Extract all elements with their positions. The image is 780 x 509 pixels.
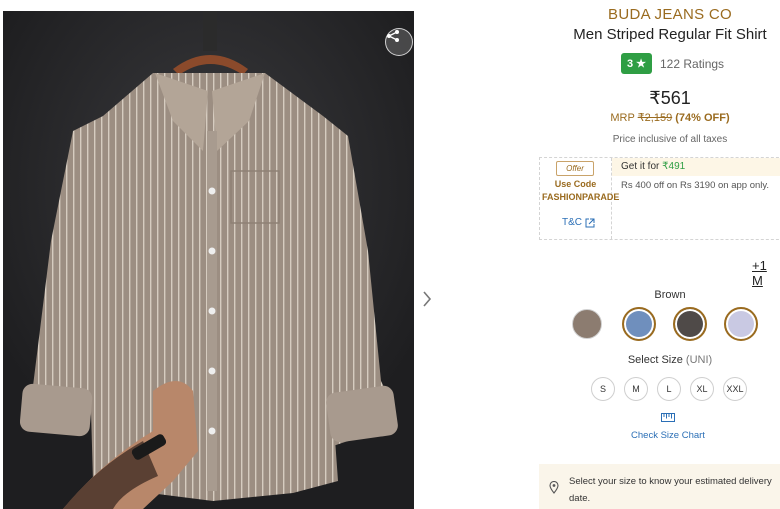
offer-price: ₹491 [662, 161, 686, 172]
tax-note: Price inclusive of all taxes [612, 134, 728, 145]
offer-description: Rs 400 off on Rs 3190 on app only. [621, 180, 770, 191]
size-unit: (UNI) [685, 354, 713, 366]
color-swatch-lavender[interactable] [724, 307, 758, 341]
more-colors-link[interactable]: +1 M [752, 258, 780, 288]
next-image-button[interactable] [419, 288, 435, 310]
offer-code-panel: Offer Use Code FASHIONPARADE T&C [540, 158, 620, 239]
rating-badge: 3 ★ [621, 53, 652, 74]
size-option-l[interactable]: L [657, 377, 681, 401]
size-chart-link[interactable]: Check Size Chart [631, 413, 705, 443]
size-option-s[interactable]: S [591, 377, 615, 401]
rating-row[interactable]: 3 ★ 122 Ratings [621, 53, 724, 74]
size-label-text: Select Size [627, 354, 683, 366]
selected-color-label: Brown [654, 289, 686, 301]
ruler-icon [661, 413, 675, 422]
delivery-info: Select your size to know your estimated … [539, 464, 780, 509]
size-option-m[interactable]: M [624, 377, 648, 401]
product-image[interactable] [3, 11, 414, 509]
share-button[interactable] [385, 28, 413, 56]
size-option-xl[interactable]: XL [690, 377, 714, 401]
offer-price-banner: Get it for ₹491 [612, 158, 780, 176]
size-label: Select Size (UNI) [540, 354, 780, 366]
color-swatch-charcoal[interactable] [673, 307, 707, 341]
offer-card: Offer Use Code FASHIONPARADE T&C Get it … [539, 157, 780, 240]
rating-count: 122 Ratings [660, 56, 725, 71]
rating-value: 3 [627, 57, 634, 70]
discount-percent: (74% OFF) [675, 112, 730, 124]
selling-price: ₹561 [649, 88, 691, 108]
offer-tag: Offer [556, 161, 594, 176]
product-title: Men Striped Regular Fit Shirt [573, 26, 767, 43]
terms-link[interactable]: T&C [562, 217, 595, 228]
brand-name[interactable]: BUDA JEANS CO [540, 6, 780, 23]
offer-price-prefix: Get it for [621, 161, 660, 172]
share-icon [387, 30, 399, 42]
offer-code: Use Code FASHIONPARADE [542, 179, 620, 202]
mrp-row: MRP ₹2,159 (74% OFF) [540, 111, 780, 124]
delivery-text: Select your size to know your estimated … [569, 476, 772, 504]
external-link-icon [585, 218, 595, 227]
color-swatch-brown[interactable] [572, 309, 602, 339]
size-option-xxl[interactable]: XXL [723, 377, 747, 401]
chevron-right-icon [423, 291, 432, 307]
terms-label: T&C [562, 217, 582, 228]
star-icon: ★ [636, 58, 646, 70]
mrp-value: ₹2,159 [637, 112, 673, 124]
mrp-label: MRP [610, 112, 635, 124]
color-swatch-blue[interactable] [622, 307, 656, 341]
location-pin-icon [549, 481, 559, 494]
size-chart-label: Check Size Chart [631, 430, 705, 441]
shirt-illustration [3, 11, 414, 509]
